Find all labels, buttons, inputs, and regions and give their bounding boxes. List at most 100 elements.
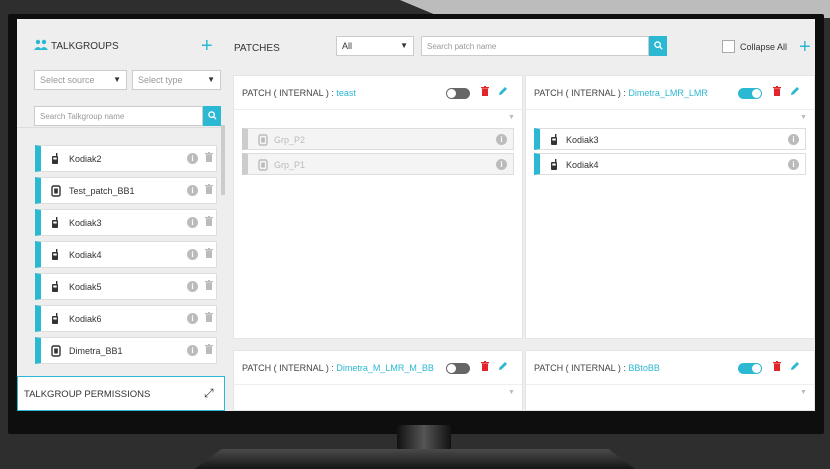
- patch-card-header: PATCH ( INTERNAL ) : Dimetra_M_LMR_M_BB: [234, 351, 522, 385]
- info-icon[interactable]: i: [187, 345, 198, 356]
- patch-enabled-toggle[interactable]: [738, 363, 762, 374]
- chevron-down-icon[interactable]: ▼: [508, 114, 515, 121]
- patch-enabled-toggle[interactable]: [446, 88, 470, 99]
- patch-type-label: PATCH ( INTERNAL ) :: [242, 88, 337, 98]
- info-icon[interactable]: i: [187, 249, 198, 260]
- add-talkgroup-button[interactable]: +: [201, 36, 213, 56]
- talkgroup-item[interactable]: Kodiak4 i: [35, 241, 217, 268]
- radio-icon: [51, 217, 59, 231]
- patch-enabled-toggle[interactable]: [738, 88, 762, 99]
- info-icon[interactable]: i: [187, 281, 198, 292]
- talkgroup-item-label: Dimetra_BB1: [69, 346, 123, 356]
- chevron-down-icon: ▼: [400, 41, 408, 50]
- patch-card: PATCH ( INTERNAL ) : teast ▼ Grp_P2 i Grp_P1…: [233, 75, 523, 339]
- users-icon: [34, 39, 48, 51]
- toggle-knob: [447, 364, 456, 373]
- patch-member[interactable]: Grp_P1 i: [242, 153, 514, 175]
- patch-filter-value: All: [342, 41, 353, 51]
- talkgroup-item[interactable]: Test_patch_BB1 i: [35, 177, 217, 204]
- talkgroup-item[interactable]: Kodiak3 i: [35, 209, 217, 236]
- talkgroup-permissions-title: TALKGROUP PERMISSIONS: [24, 389, 151, 400]
- patches-toolbar: PATCHES All ▼ Search patch name Collapse…: [225, 29, 815, 65]
- monitor-stand-base: [195, 449, 635, 469]
- radio-icon: [51, 313, 59, 327]
- patch-name[interactable]: Dimetra_LMR_LMR: [628, 88, 708, 98]
- patches-title: PATCHES: [234, 43, 280, 54]
- toggle-knob: [752, 364, 761, 373]
- trash-icon[interactable]: [205, 152, 213, 165]
- radio-icon: [550, 159, 558, 173]
- patch-search-button[interactable]: [649, 36, 667, 56]
- info-icon[interactable]: i: [187, 217, 198, 228]
- toggle-knob: [752, 89, 761, 98]
- patch-member-label: Grp_P1: [274, 160, 306, 170]
- chevron-down-icon[interactable]: ▼: [800, 389, 807, 396]
- trash-icon[interactable]: [481, 361, 489, 374]
- trash-icon[interactable]: [773, 361, 781, 374]
- trash-icon[interactable]: [773, 86, 781, 99]
- patch-filter-select[interactable]: All ▼: [336, 36, 414, 56]
- talkgroup-item[interactable]: Kodiak5 i: [35, 273, 217, 300]
- chevron-down-icon[interactable]: ▼: [508, 389, 515, 396]
- patch-title: PATCH ( INTERNAL ) : teast: [242, 88, 356, 98]
- patch-name[interactable]: Dimetra_M_LMR_M_BB: [336, 363, 434, 373]
- trash-icon[interactable]: [205, 248, 213, 261]
- trash-icon[interactable]: [205, 344, 213, 357]
- patch-group-icon: [258, 134, 268, 149]
- patch-member[interactable]: Grp_P2 i: [242, 128, 514, 150]
- patch-member-label: Kodiak4: [566, 160, 599, 170]
- talkgroups-header: TALKGROUPS +: [17, 33, 222, 61]
- talkgroup-item[interactable]: Kodiak2 i: [35, 145, 217, 172]
- patch-group-icon: [51, 345, 61, 360]
- source-select[interactable]: Select source ▼: [34, 70, 127, 90]
- radio-icon: [51, 281, 59, 295]
- trash-icon[interactable]: [205, 216, 213, 229]
- pencil-icon[interactable]: [790, 86, 800, 99]
- patch-name[interactable]: BBtoBB: [628, 363, 660, 373]
- source-select-value: Select source: [40, 75, 95, 85]
- pencil-icon[interactable]: [498, 361, 508, 374]
- trash-icon[interactable]: [205, 280, 213, 293]
- add-patch-button[interactable]: +: [799, 37, 811, 57]
- pencil-icon[interactable]: [790, 361, 800, 374]
- talkgroup-list-scrollbar[interactable]: [221, 125, 225, 195]
- trash-icon[interactable]: [481, 86, 489, 99]
- patch-card: PATCH ( INTERNAL ) : Dimetra_M_LMR_M_BB ▼: [233, 350, 523, 411]
- patch-member[interactable]: Kodiak3 i: [534, 128, 806, 150]
- patch-search-placeholder: Search patch name: [427, 42, 497, 51]
- search-icon: [207, 111, 217, 120]
- patch-member-label: Grp_P2: [274, 135, 306, 145]
- patch-title: PATCH ( INTERNAL ) : Dimetra_LMR_LMR: [534, 88, 708, 98]
- patch-name[interactable]: teast: [336, 88, 356, 98]
- patch-member[interactable]: Kodiak4 i: [534, 153, 806, 175]
- chevron-down-icon[interactable]: ▼: [800, 114, 807, 121]
- talkgroup-item[interactable]: Dimetra_BB1 i: [35, 337, 217, 364]
- collapse-all-checkbox[interactable]: [722, 40, 735, 53]
- info-icon[interactable]: i: [187, 185, 198, 196]
- talkgroup-search-button[interactable]: [203, 106, 221, 126]
- info-icon[interactable]: i: [496, 159, 507, 170]
- patch-enabled-toggle[interactable]: [446, 363, 470, 374]
- talkgroup-item-label: Kodiak6: [69, 314, 102, 324]
- talkgroup-item[interactable]: Kodiak6 i: [35, 305, 217, 332]
- pencil-icon[interactable]: [498, 86, 508, 99]
- info-icon[interactable]: i: [187, 153, 198, 164]
- patch-member-label: Kodiak3: [566, 135, 599, 145]
- trash-icon[interactable]: [205, 312, 213, 325]
- talkgroup-search-input[interactable]: Search Talkgroup name: [34, 106, 203, 126]
- type-select-value: Select type: [138, 75, 183, 85]
- expand-icon[interactable]: ⤢: [204, 386, 214, 401]
- patch-card-header: PATCH ( INTERNAL ) : Dimetra_LMR_LMR: [526, 76, 814, 110]
- patch-search-input[interactable]: Search patch name: [421, 36, 649, 56]
- info-icon[interactable]: i: [187, 313, 198, 324]
- talkgroups-title: TALKGROUPS: [51, 41, 119, 52]
- toggle-knob: [447, 89, 456, 98]
- trash-icon[interactable]: [205, 184, 213, 197]
- talkgroup-item-label: Kodiak4: [69, 250, 102, 260]
- info-icon[interactable]: i: [788, 159, 799, 170]
- info-icon[interactable]: i: [496, 134, 507, 145]
- info-icon[interactable]: i: [788, 134, 799, 145]
- type-select[interactable]: Select type ▼: [132, 70, 221, 90]
- patch-group-icon: [258, 159, 268, 174]
- talkgroup-permissions-panel[interactable]: TALKGROUP PERMISSIONS ⤢: [17, 376, 225, 411]
